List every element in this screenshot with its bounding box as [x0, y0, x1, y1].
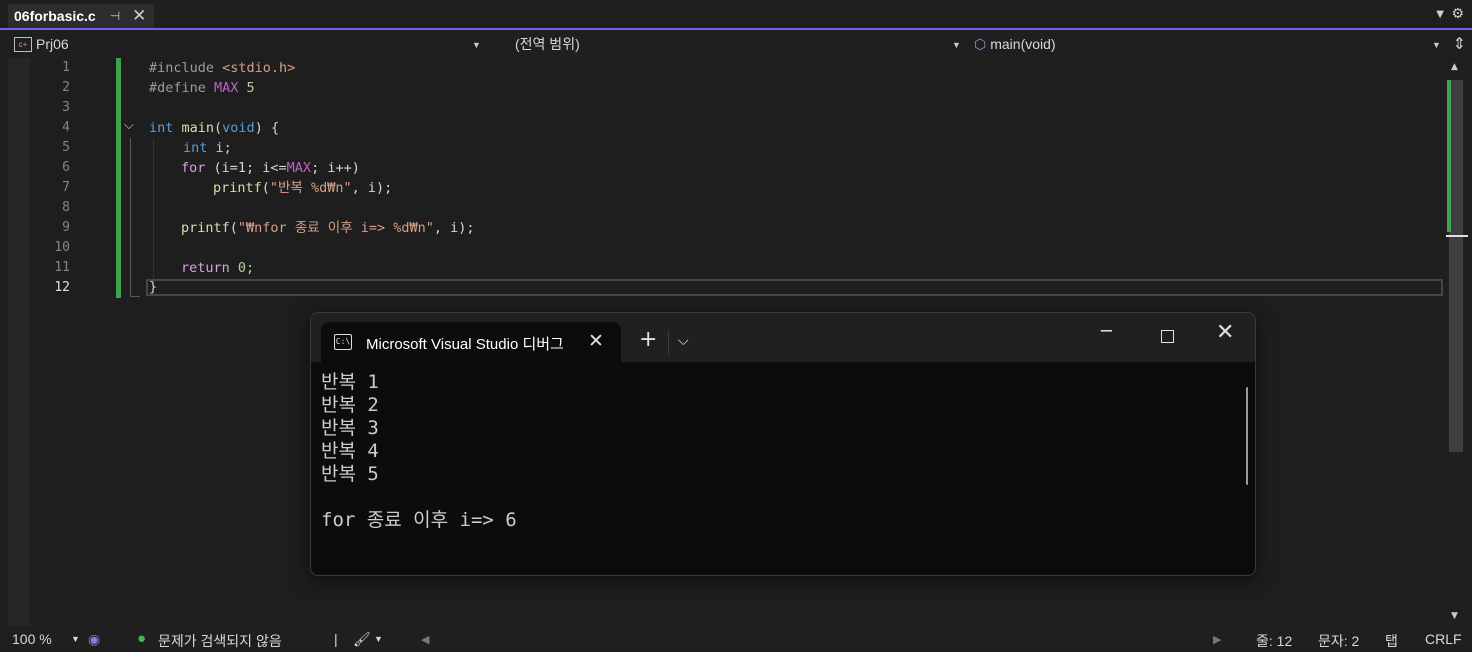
code-line-4: int main(void) { [149, 120, 280, 136]
line-number: 4 [62, 120, 70, 135]
line-number: 10 [54, 240, 70, 255]
indent-mode[interactable]: 탭 [1385, 631, 1398, 651]
brush-dropdown-icon[interactable]: ▼ [374, 634, 383, 644]
check-circle-icon: ● [137, 630, 147, 647]
member-dropdown[interactable]: ⬡ main(void) ▼ [970, 33, 1442, 55]
scroll-down-arrow-icon[interactable]: ▼ [1451, 611, 1458, 621]
code-line-9: printf("₩nfor 종료 이후 i=> %d₩n", i); [181, 220, 475, 236]
scroll-up-arrow-icon[interactable]: ▲ [1451, 62, 1458, 72]
code-line-6: for (i=1; i<=MAX; i++) [181, 160, 360, 176]
line-number: 8 [62, 200, 70, 215]
column-indicator[interactable]: 문자: 2 [1318, 631, 1359, 651]
line-number: 1 [62, 60, 70, 75]
scrollbar-thumb[interactable] [1449, 80, 1463, 452]
scrollbar-caret-marker [1446, 235, 1468, 237]
terminal-icon: C:\ [334, 334, 352, 350]
navigation-bar: c+ Prj06 ▼ (전역 범위) ▼ ⬡ main(void) ▼ [8, 31, 1442, 57]
gear-icon[interactable]: ⚙ [1451, 6, 1464, 22]
code-line-7: printf("반복 %d₩n", i); [213, 180, 393, 196]
code-line-12: } [149, 279, 158, 295]
fold-chevron-icon[interactable]: ⌵ [124, 118, 134, 133]
line-ending[interactable]: CRLF [1425, 631, 1462, 647]
indicator-margin [8, 58, 30, 626]
console-tab[interactable]: C:\ Microsoft Visual Studio 디버그 ✕ [321, 322, 621, 362]
scroll-left-arrow-icon[interactable]: ◀ [421, 633, 429, 646]
close-tab-button[interactable]: ✕ [132, 6, 146, 26]
copilot-icon[interactable]: ◉ [88, 631, 100, 648]
line-number: 2 [62, 80, 70, 95]
pin-icon[interactable]: ⊣ [110, 9, 120, 23]
console-tab-title: Microsoft Visual Studio 디버그 [366, 336, 564, 353]
document-tab[interactable]: 06forbasic.c ⊣ ✕ [8, 4, 154, 28]
line-indicator[interactable]: 줄: 12 [1256, 631, 1292, 651]
scroll-right-arrow-icon[interactable]: ▶ [1213, 633, 1221, 646]
member-label: main(void) [990, 36, 1056, 52]
new-tab-button[interactable]: + [639, 329, 657, 351]
maximize-button[interactable] [1161, 330, 1174, 343]
close-window-button[interactable]: ✕ [1216, 320, 1234, 345]
separator: | [334, 631, 338, 647]
scope-dropdown[interactable]: (전역 범위) ▼ [488, 33, 966, 55]
issues-status[interactable]: 문제가 검색되지 않음 [158, 631, 282, 651]
project-label: Prj06 [36, 36, 69, 52]
brush-icon[interactable]: 🖌 [353, 631, 371, 648]
editor-status-bar: 100 % ▼ ◉ ● 문제가 검색되지 않음 | 🖌 ▼ ◀ ▶ 줄: 12 … [0, 628, 1472, 652]
line-number: 7 [62, 180, 70, 195]
code-line-11: return 0; [181, 260, 255, 276]
chevron-down-icon: ▼ [952, 40, 961, 50]
debug-console-window[interactable]: C:\ Microsoft Visual Studio 디버그 ✕ + ⌵ ─ … [310, 312, 1256, 576]
line-number: 6 [62, 160, 70, 175]
chevron-down-icon: ▼ [472, 40, 481, 50]
line-number: 11 [54, 260, 70, 275]
code-line-5: int i; [183, 140, 232, 156]
cube-icon: ⬡ [974, 35, 987, 52]
project-icon: c+ [14, 36, 32, 52]
scrollbar-change-marker [1447, 80, 1451, 232]
document-tab-title[interactable]: 06forbasic.c [14, 8, 96, 24]
zoom-dropdown-icon[interactable]: ▼ [71, 634, 80, 644]
fold-outline-end [130, 296, 140, 297]
zoom-level[interactable]: 100 % [12, 631, 52, 647]
change-tracking-bar [116, 58, 121, 298]
console-scrollbar[interactable] [1246, 387, 1248, 485]
code-line-2: #define MAX 5 [149, 80, 255, 96]
code-line-1: #include <stdio.h> [149, 60, 296, 76]
split-window-icon[interactable]: ⇕ [1453, 34, 1466, 53]
line-number: 3 [62, 100, 70, 115]
line-number: 5 [62, 140, 70, 155]
line-number: 9 [62, 220, 70, 235]
document-tab-strip [0, 0, 1472, 30]
project-dropdown[interactable]: c+ Prj06 ▼ [8, 33, 484, 55]
fold-outline [130, 138, 131, 296]
chevron-down-icon[interactable]: ⌵ [678, 333, 689, 349]
chevron-down-icon: ▼ [1432, 40, 1441, 50]
tab-list-dropdown-icon[interactable]: ▼ [1436, 9, 1444, 20]
current-line-highlight [146, 279, 1443, 296]
minimize-button[interactable]: ─ [1101, 321, 1112, 342]
separator [668, 330, 669, 356]
close-tab-button[interactable]: ✕ [588, 330, 604, 352]
scope-label: (전역 범위) [515, 36, 580, 52]
line-number-current: 12 [54, 280, 70, 295]
indent-guide [153, 140, 154, 280]
console-output[interactable]: 반복 1 반복 2 반복 3 반복 4 반복 5 for 종료 이후 i=> 6 [321, 371, 1231, 532]
